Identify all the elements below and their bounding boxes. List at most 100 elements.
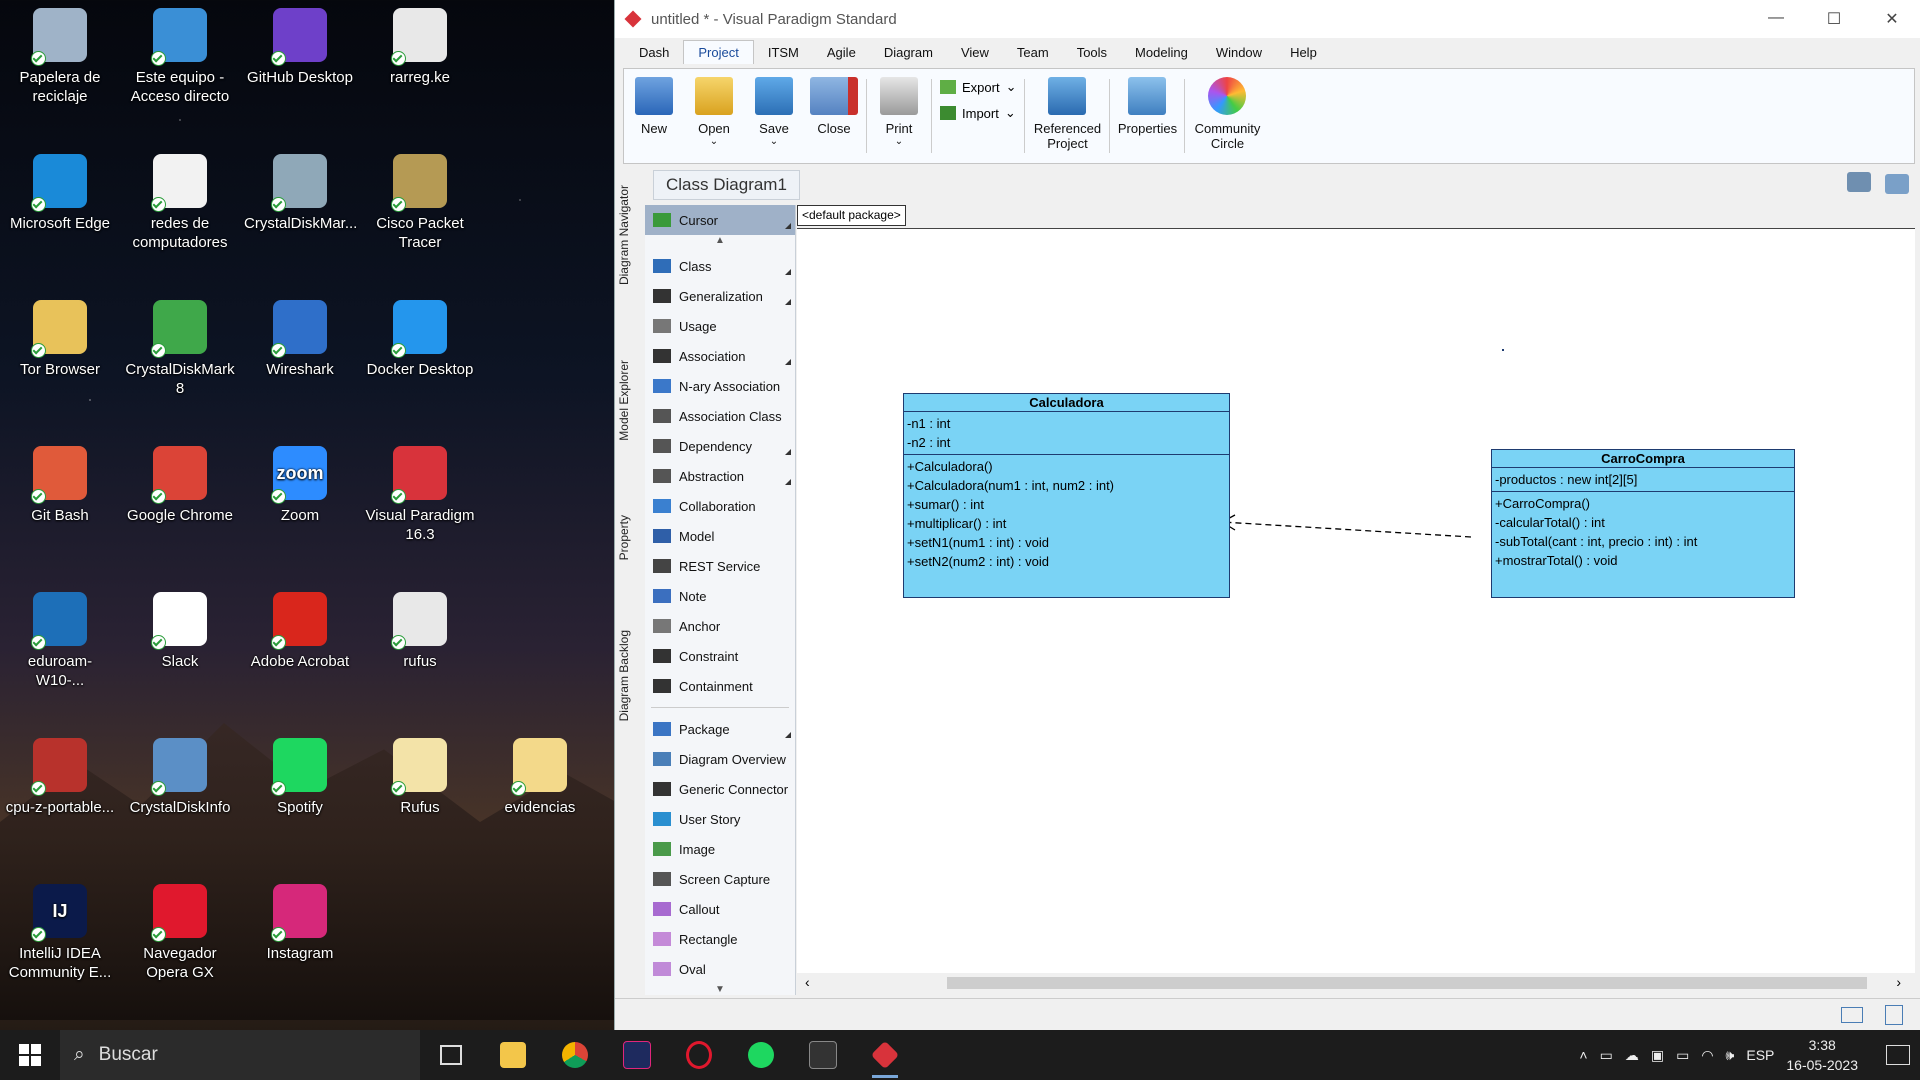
more-tools-indicator-icon[interactable] [785, 359, 791, 365]
palette-user-story[interactable]: User Story [645, 804, 795, 834]
palette-anchor[interactable]: Anchor [645, 611, 795, 641]
desktop-icon[interactable]: Instagram [244, 884, 356, 963]
palette-association-class[interactable]: Association Class [645, 401, 795, 431]
taskbar-chrome[interactable] [544, 1030, 606, 1080]
palette-generic-connector[interactable]: Generic Connector [645, 774, 795, 804]
community-circle-button[interactable]: Community Circle [1187, 69, 1267, 163]
desktop-icon[interactable]: CrystalDiskMar... [244, 154, 357, 233]
class-operation[interactable]: +setN1(num1 : int) : void [907, 533, 1226, 552]
palette-callout[interactable]: Callout [645, 894, 795, 924]
referenced-project-button[interactable]: Referenced Project [1027, 69, 1107, 163]
tab-model-explorer[interactable]: Model Explorer [617, 360, 637, 441]
minimize-button[interactable]: — [1747, 9, 1805, 29]
palette-class[interactable]: Class [645, 251, 795, 281]
wifi-icon[interactable]: ◠ [1701, 1047, 1713, 1064]
desktop-icon[interactable]: IJ IntelliJ IDEA Community E... [4, 884, 116, 982]
diagram-canvas[interactable]: Calculadora -n1 : int -n2 : int +Calculad… [797, 228, 1915, 974]
camera-icon[interactable]: ▭ [1600, 1047, 1613, 1064]
notifications-icon[interactable] [1847, 172, 1871, 192]
menu-view[interactable]: View [947, 45, 1003, 64]
desktop-icon[interactable]: eduroam-W10-... [4, 592, 116, 690]
horizontal-scrollbar[interactable]: ‹ › [797, 973, 1915, 993]
language-indicator[interactable]: ESP [1746, 1047, 1774, 1063]
mail-icon[interactable] [1841, 1007, 1863, 1023]
taskbar-spotify[interactable] [730, 1030, 792, 1080]
palette-n-ary-association[interactable]: N-ary Association [645, 371, 795, 401]
taskbar-intellij[interactable] [606, 1030, 668, 1080]
class-attribute[interactable]: -productos : new int[2][5] [1495, 470, 1791, 489]
notification-center-icon[interactable] [1886, 1045, 1910, 1065]
desktop-icon[interactable]: Tor Browser [4, 300, 116, 379]
print-button[interactable]: Print ⌄ [869, 69, 929, 163]
save-button[interactable]: Save ⌄ [744, 69, 804, 163]
palette-abstraction[interactable]: Abstraction [645, 461, 795, 491]
chevron-up-icon[interactable]: ˄ [1579, 1047, 1587, 1063]
uml-class-carrocompra[interactable]: CarroCompra -productos : new int[2][5] +… [1491, 449, 1795, 598]
desktop-icon[interactable]: GitHub Desktop [244, 8, 356, 87]
class-operation[interactable]: +multiplicar() : int [907, 514, 1226, 533]
more-tools-indicator-icon[interactable] [785, 449, 791, 455]
palette-rectangle[interactable]: Rectangle [645, 924, 795, 954]
menu-project[interactable]: Project [683, 40, 754, 64]
menu-agile[interactable]: Agile [813, 45, 870, 64]
palette-scroll-down-icon[interactable]: ▼ [645, 984, 795, 998]
desktop-icon[interactable]: Cisco Packet Tracer [364, 154, 476, 252]
palette-collaboration[interactable]: Collaboration [645, 491, 795, 521]
class-operation[interactable]: +CarroCompra() [1495, 494, 1791, 513]
palette-constraint[interactable]: Constraint [645, 641, 795, 671]
palette-image[interactable]: Image [645, 834, 795, 864]
close-window-button[interactable]: ✕ [1863, 9, 1920, 29]
desktop-icon[interactable]: rarreg.ke [364, 8, 476, 87]
uml-class-calculadora[interactable]: Calculadora -n1 : int -n2 : int +Calculad… [903, 393, 1230, 598]
more-tools-indicator-icon[interactable] [785, 732, 791, 738]
desktop-icon[interactable]: Git Bash [4, 446, 116, 525]
export-button[interactable]: Export ⌄ [940, 79, 1016, 95]
import-button[interactable]: Import ⌄ [940, 105, 1016, 121]
tab-diagram-navigator[interactable]: Diagram Navigator [617, 185, 637, 285]
menu-itsm[interactable]: ITSM [754, 45, 813, 64]
class-operation[interactable]: +Calculadora() [907, 457, 1226, 476]
desktop-icon[interactable]: cpu-z-portable... [4, 738, 116, 817]
class-operation[interactable]: +Calculadora(num1 : int, num2 : int) [907, 476, 1226, 495]
menu-help[interactable]: Help [1276, 45, 1331, 64]
menu-team[interactable]: Team [1003, 45, 1063, 64]
display-icon[interactable]: ▣ [1651, 1047, 1664, 1064]
class-operation[interactable]: +sumar() : int [907, 495, 1226, 514]
close-project-button[interactable]: Close [804, 69, 864, 163]
taskbar-search[interactable]: ⌕ Buscar [60, 1030, 420, 1080]
desktop-icon[interactable]: rufus [364, 592, 476, 671]
scroll-thumb[interactable] [947, 977, 1867, 989]
cloud-icon[interactable]: ☁ [1625, 1047, 1639, 1064]
palette-package[interactable]: Package [645, 714, 795, 744]
scroll-left-icon[interactable]: ‹ [805, 974, 810, 990]
task-view-button[interactable] [420, 1030, 482, 1080]
desktop-icon[interactable]: Microsoft Edge [4, 154, 116, 233]
desktop-icon[interactable]: Docker Desktop [364, 300, 476, 379]
desktop-icon[interactable]: Slack [124, 592, 236, 671]
open-button[interactable]: Open ⌄ [684, 69, 744, 163]
class-operation[interactable]: -calcularTotal() : int [1495, 513, 1791, 532]
class-attribute[interactable]: -n1 : int [907, 414, 1226, 433]
palette-usage[interactable]: Usage [645, 311, 795, 341]
new-button[interactable]: New [624, 69, 684, 163]
more-tools-indicator-icon[interactable] [785, 269, 791, 275]
search-input[interactable]: Buscar [99, 1044, 158, 1066]
class-operation[interactable]: +setN2(num2 : int) : void [907, 552, 1226, 571]
desktop-icon[interactable]: Google Chrome [124, 446, 236, 525]
more-tools-indicator-icon[interactable] [785, 299, 791, 305]
menu-window[interactable]: Window [1202, 45, 1276, 64]
dependency-connector[interactable] [797, 229, 1915, 974]
desktop-icon[interactable]: evidencias [484, 738, 596, 817]
desktop-icon[interactable]: Rufus [364, 738, 476, 817]
taskbar-file-explorer[interactable] [482, 1030, 544, 1080]
maximize-button[interactable]: ☐ [1805, 9, 1863, 29]
taskbar-terminal[interactable] [792, 1030, 854, 1080]
tab-diagram-backlog[interactable]: Diagram Backlog [617, 630, 637, 721]
desktop-icon[interactable]: zoom Zoom [244, 446, 356, 525]
palette-association[interactable]: Association [645, 341, 795, 371]
taskbar-opera-gx[interactable] [668, 1030, 730, 1080]
menu-modeling[interactable]: Modeling [1121, 45, 1202, 64]
desktop-icon[interactable]: Spotify [244, 738, 356, 817]
desktop-icon[interactable]: Visual Paradigm 16.3 [364, 446, 476, 544]
palette-cursor[interactable]: Cursor [645, 205, 795, 235]
